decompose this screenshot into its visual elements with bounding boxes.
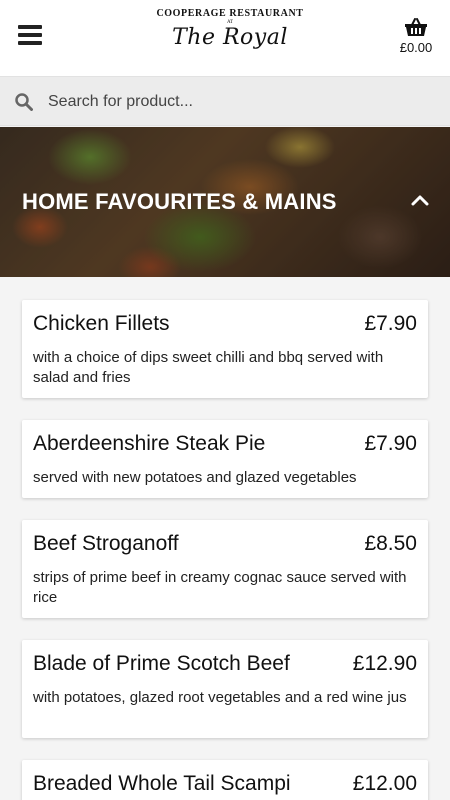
item-price: £8.50 (364, 532, 417, 555)
menu-item-card[interactable]: Chicken Fillets £7.90 with a choice of d… (22, 300, 428, 398)
item-name: Chicken Fillets (33, 312, 170, 335)
category-title: HOME FAVOURITES & MAINS (22, 189, 337, 214)
item-price: £7.90 (364, 432, 417, 455)
item-price: £12.90 (352, 652, 417, 675)
logo-main-text: The Royal (172, 25, 288, 50)
basket-icon (405, 18, 427, 36)
item-price: £12.00 (352, 772, 417, 795)
item-name: Aberdeenshire Steak Pie (33, 432, 266, 455)
restaurant-logo[interactable]: COOPERAGE RESTAURANT AT The Royal (145, 8, 315, 66)
logo-top-text: COOPERAGE RESTAURANT (156, 8, 304, 19)
app-header: COOPERAGE RESTAURANT AT The Royal £0.00 (0, 0, 450, 76)
search-input[interactable] (48, 87, 428, 117)
menu-item-card[interactable]: Aberdeenshire Steak Pie £7.90 served wit… (22, 420, 428, 498)
menu-item-card[interactable]: Blade of Prime Scotch Beef £12.90 with p… (22, 640, 428, 738)
search-icon (15, 93, 33, 111)
item-price: £7.90 (364, 312, 417, 335)
item-description: with a choice of dips sweet chilli and b… (33, 349, 384, 386)
item-description: served with new potatoes and glazed vege… (33, 469, 357, 486)
item-name: Blade of Prime Scotch Beef (33, 652, 290, 675)
chevron-up-icon[interactable] (410, 191, 430, 211)
item-name: Breaded Whole Tail Scampi (33, 772, 291, 795)
menu-item-card[interactable]: Beef Stroganoff £8.50 strips of prime be… (22, 520, 428, 618)
hamburger-menu-icon[interactable] (18, 25, 42, 49)
menu-item-card[interactable]: Breaded Whole Tail Scampi £12.00 (22, 760, 428, 800)
search-bar (0, 76, 450, 126)
item-description: strips of prime beef in creamy cognac sa… (33, 569, 407, 606)
item-name: Beef Stroganoff (33, 532, 179, 555)
item-description: with potatoes, glazed root vegetables an… (33, 689, 407, 706)
cart-total: £0.00 (399, 40, 433, 55)
category-banner[interactable]: HOME FAVOURITES & MAINS (0, 127, 450, 277)
cart-button[interactable]: £0.00 (396, 18, 436, 55)
